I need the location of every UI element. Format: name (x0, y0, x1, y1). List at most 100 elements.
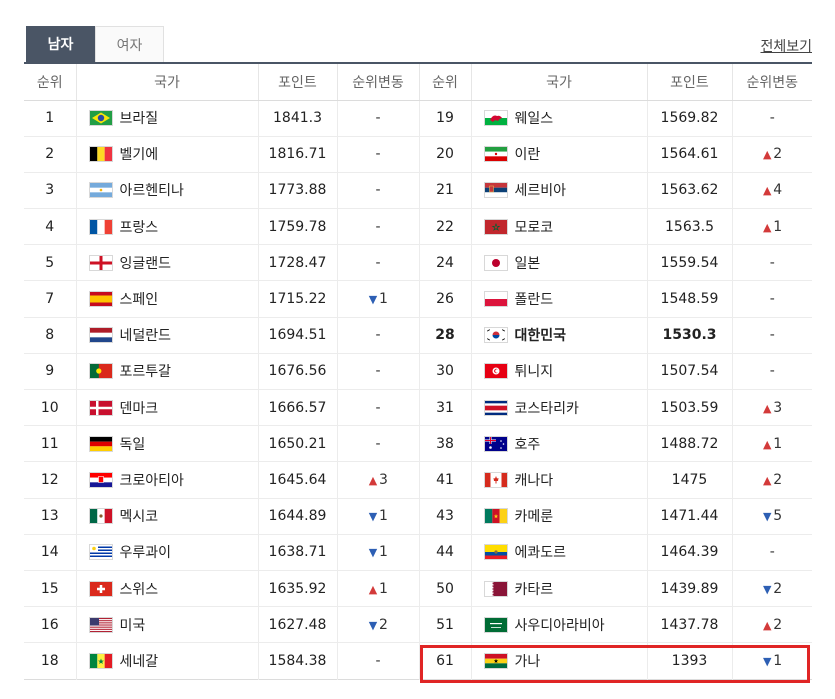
table-row: 18 세네갈 1584.38-61 가나 1393 ▼ 1 (24, 642, 812, 679)
table-row: 15 스위스 1635.92 ▲ 1 50 카타르 1439.89 ▼ 2 (24, 570, 812, 608)
points-cell: 1564.61 (646, 136, 732, 173)
rank-cell: 1 (24, 100, 76, 137)
rank-change-cell: - (336, 136, 419, 173)
rank-change-cell: ▲ 2 (731, 606, 812, 644)
morocco-flag (483, 218, 508, 235)
rank-change-cell: ▲ 3 (731, 389, 812, 427)
table-row: 11 독일 1650.21-38 호주 1488.72 ▲ 1 (24, 425, 812, 463)
country-cell: 네덜란드 (75, 317, 258, 354)
rank-cell: 2 (24, 136, 76, 173)
points-cell: 1530.3 (646, 317, 732, 354)
switzerland-flag (88, 580, 113, 597)
belgium-flag (88, 146, 113, 163)
arrow-down-icon: ▼ (368, 546, 378, 560)
rank-change-cell: - (336, 642, 419, 679)
country-cell: 잉글랜드 (75, 244, 258, 282)
points-cell: 1816.71 (257, 136, 337, 173)
denmark-flag (88, 399, 113, 416)
cameroon-flag (483, 508, 508, 525)
country-name: 이란 (514, 147, 541, 164)
table-row: 4 프랑스 1759.78-22 모로코 1563.5 ▲ 1 (24, 208, 812, 246)
points-cell: 1393 (646, 642, 732, 679)
tab-women[interactable]: 여자 (95, 26, 164, 62)
poland-flag (483, 291, 508, 308)
rank-cell: 28 (418, 317, 471, 354)
rank-change-cell: ▼ 1 (731, 642, 812, 679)
korea-flag (483, 327, 508, 344)
rank-change-value: 2 (379, 616, 388, 633)
country-cell: 세네갈 (75, 642, 258, 679)
no-change-dash: - (375, 218, 381, 235)
country-cell: 우루과이 (75, 534, 258, 571)
points-cell: 1439.89 (646, 570, 732, 608)
country-name: 에콰도르 (514, 545, 567, 562)
arrow-up-icon: ▲ (763, 148, 772, 162)
saudi-arabia-flag (483, 616, 508, 633)
points-cell: 1548.59 (646, 280, 732, 318)
no-change-dash: - (375, 146, 381, 163)
header-rank: 순위 (418, 63, 471, 101)
header-country: 국가 (470, 63, 647, 101)
rank-change-cell: ▼ 2 (731, 570, 812, 608)
country-cell: 브라질 (75, 100, 258, 137)
rank-cell: 9 (24, 353, 76, 391)
country-cell: 독일 (75, 425, 258, 463)
arrow-up-icon: ▲ (763, 437, 772, 451)
tunisia-flag (483, 363, 508, 380)
points-cell: 1437.78 (646, 606, 732, 644)
table-row: 8 네덜란드 1694.51 - 28 대한민국 1530.3 - (24, 317, 812, 354)
rank-change-cell: - (336, 244, 419, 282)
tab-men[interactable]: 남자 (26, 26, 95, 62)
japan-flag (483, 254, 508, 271)
country-cell: 미국 (75, 606, 258, 644)
ranking-table: 순위 국가 포인트 순위변동 순위 국가 포인트 순위변동 1 브라질 1841.3… (24, 62, 812, 680)
table-row: 13 멕시코 1644.89 ▼ 1 43 카메룬 1471.44 ▼ 5 (24, 498, 812, 535)
rank-cell: 5 (24, 244, 76, 282)
arrow-up-icon: ▲ (368, 582, 378, 596)
country-cell: 호주 (470, 425, 647, 463)
rank-cell: 26 (418, 280, 471, 318)
rank-cell: 13 (24, 498, 76, 535)
rank-cell: 24 (418, 244, 471, 282)
rank-change-value: 1 (379, 291, 388, 308)
table-row: 2 벨기에 1816.71-20 이란 1564.61 ▲ 2 (24, 136, 812, 173)
canada-flag (483, 471, 508, 488)
ecuador-flag (483, 544, 508, 561)
table-row: 10 덴마크 1666.57-31 코스타리카 1503.59 ▲ 3 (24, 389, 812, 427)
view-all-link[interactable]: 전체보기 (760, 36, 812, 56)
rank-change-value: 4 (773, 182, 783, 199)
country-name: 폴란드 (514, 292, 554, 309)
rank-change-value: 1 (773, 218, 783, 235)
country-cell: 벨기에 (75, 136, 258, 173)
rank-change-cell: - (731, 534, 812, 571)
rank-change-cell: - (731, 317, 812, 354)
country-cell: 프랑스 (75, 208, 258, 246)
rank-change-value: 1 (379, 544, 388, 561)
country-name: 포르투갈 (119, 364, 172, 381)
rank-change-value: 2 (773, 471, 783, 488)
country-name: 미국 (119, 617, 146, 634)
country-name: 스위스 (119, 581, 159, 598)
rank-change-value: 3 (773, 399, 783, 416)
points-cell: 1676.56 (257, 353, 337, 391)
rank-cell: 19 (418, 100, 471, 137)
country-name: 덴마크 (119, 400, 159, 417)
arrow-down-icon: ▼ (763, 654, 772, 668)
wales-flag (483, 110, 508, 127)
no-change-dash: - (375, 254, 381, 271)
rank-change-value: 1 (773, 435, 783, 452)
country-name: 세네갈 (119, 653, 159, 670)
portugal-flag (88, 363, 113, 380)
rank-change-value: 2 (773, 616, 783, 633)
rank-cell: 15 (24, 570, 76, 608)
ghana-flag (483, 652, 508, 669)
rank-cell: 21 (418, 172, 471, 210)
rank-change-cell: - (731, 244, 812, 282)
qatar-flag (483, 580, 508, 597)
no-change-dash: - (375, 652, 381, 669)
points-cell: 1559.54 (646, 244, 732, 282)
country-cell: 카메룬 (470, 498, 647, 535)
country-name: 멕시코 (119, 509, 159, 526)
table-row: 1 브라질 1841.3 - 19 웨일스 1569.82 - (24, 100, 812, 137)
table-row: 7 스페인 1715.22 ▼ 1 26 폴란드 1548.59- (24, 280, 812, 318)
